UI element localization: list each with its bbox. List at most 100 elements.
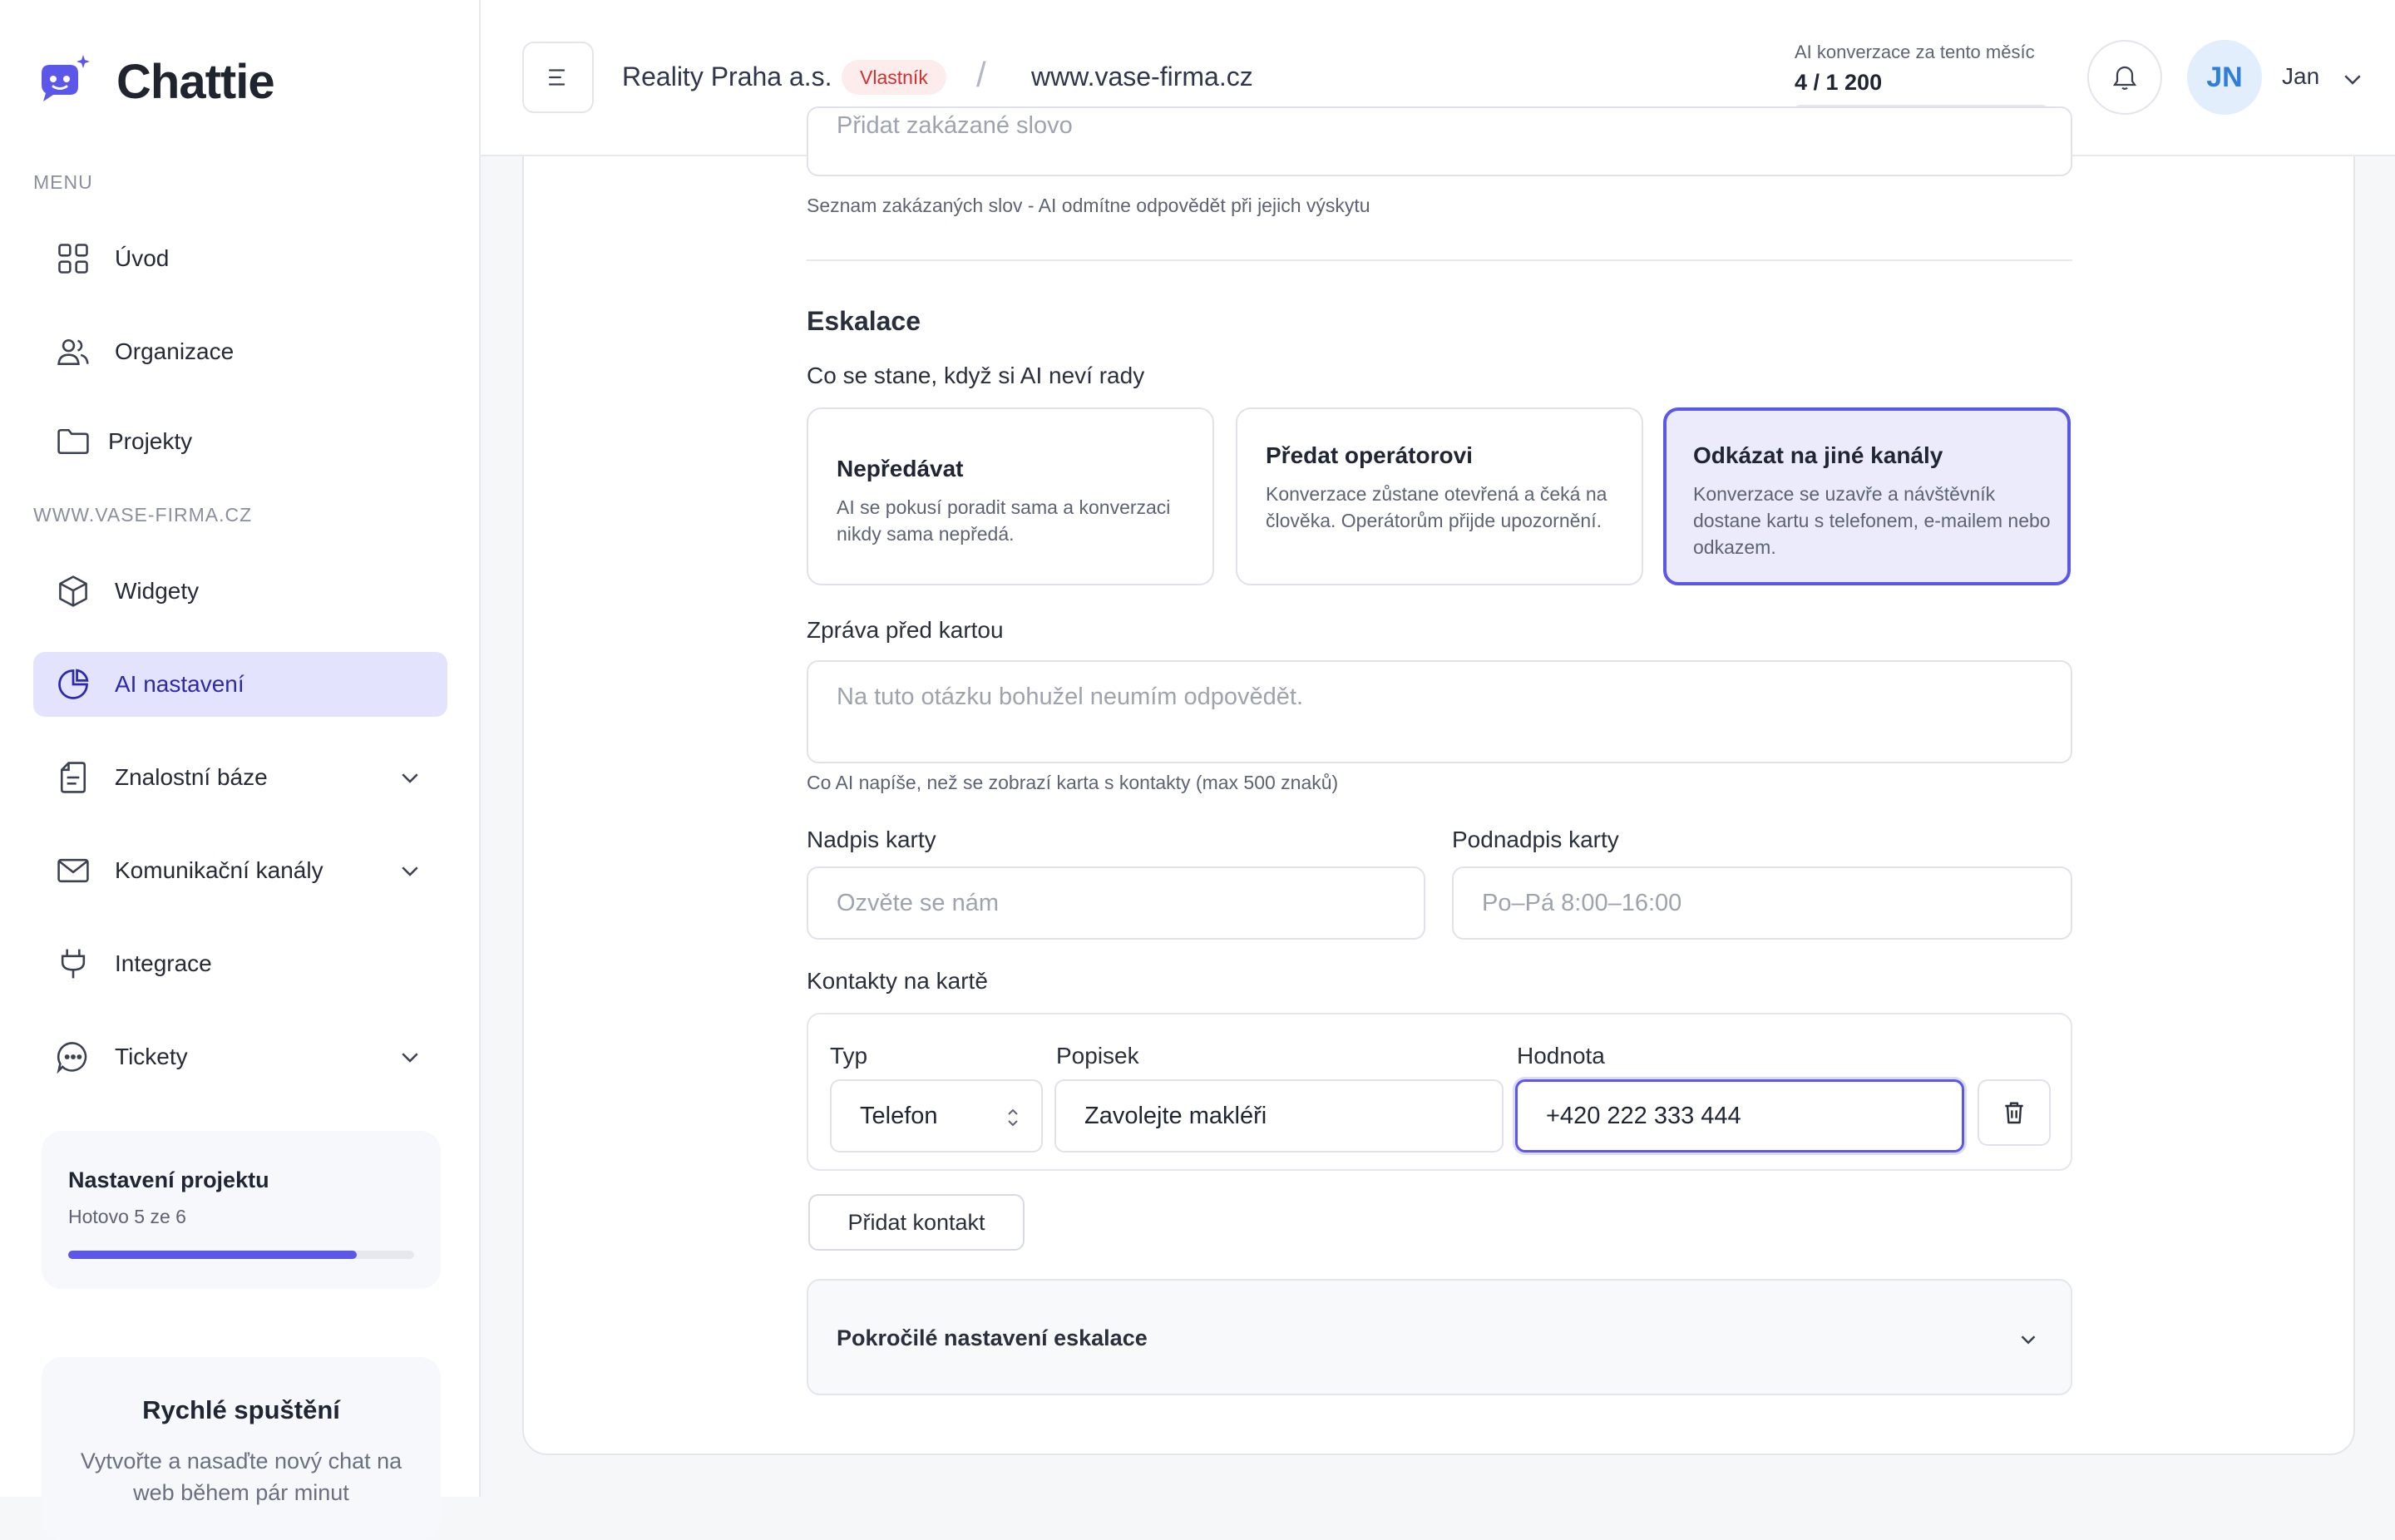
sidebar-item-integrace[interactable]: Integrace: [33, 931, 447, 996]
organization-name[interactable]: Reality Praha a.s.: [622, 62, 832, 92]
quick-start-text: Vytvořte a nasaďte nový chat na web běhe…: [80, 1449, 402, 1505]
chevron-down-icon: [402, 1053, 418, 1063]
conversations-label: AI konverzace za tento měsíc: [1795, 42, 2035, 62]
message-before-card-input[interactable]: Na tuto otázku bohužel neumím odpovědět.: [807, 660, 2072, 763]
app-name: Chattie: [116, 54, 275, 109]
contact-value: +420 222 333 444: [1546, 1102, 1741, 1129]
user-name[interactable]: Jan: [2282, 63, 2319, 90]
plug-icon: [61, 949, 86, 979]
sidebar-item-label: Znalostní báze: [115, 764, 268, 790]
setup-card-progress-text: Hotovo 5 ze 6: [68, 1206, 186, 1227]
trash-icon: [2005, 1102, 2023, 1124]
chevron-down-icon: [2021, 1335, 2036, 1345]
users-icon: [57, 338, 89, 365]
advanced-escalation-accordion[interactable]: Pokročilé nastavení eskalace: [807, 1279, 2072, 1395]
sidebar: Chattie MENU Úvod Organizace Projekty WW…: [0, 0, 481, 1540]
column-header-type: Typ: [830, 1043, 868, 1069]
message-before-card-label: Zpráva před kartou: [807, 617, 1004, 643]
breadcrumb-separator: /: [976, 55, 986, 94]
setup-progress-fill: [68, 1251, 357, 1259]
sidebar-item-label: Tickety: [115, 1044, 188, 1069]
project-section-label: WWW.VASE-FIRMA.CZ: [33, 504, 253, 526]
quick-start-card[interactable]: Rychlé spuštění Vytvořte a nasaďte nový …: [42, 1357, 441, 1540]
pie-chart-icon: [58, 669, 89, 699]
mail-icon: [57, 858, 89, 883]
quick-start-title: Rychlé spuštění: [142, 1395, 340, 1424]
card-subtitle-placeholder: Po–Pá 8:00–16:00: [1482, 889, 1682, 916]
document-icon: [60, 762, 86, 793]
escalation-question: Co se stane, když si AI neví rady: [807, 363, 1145, 388]
escalation-option-operator[interactable]: Předat operátorovi Konverzace zůstane ot…: [1236, 407, 1643, 585]
escalation-option-no-handoff[interactable]: Nepředávat AI se pokusí poradit sama a k…: [807, 407, 1214, 585]
folder-icon: [57, 428, 89, 455]
sidebar-item-tickety[interactable]: Tickety: [33, 1024, 447, 1089]
menu-toggle-button[interactable]: [522, 42, 594, 113]
forbidden-word-input[interactable]: Přidat zakázané slovo: [807, 106, 2072, 176]
role-badge: Vlastník: [842, 60, 946, 95]
escalation-title: Eskalace: [807, 306, 921, 336]
sidebar-item-uvod[interactable]: Úvod: [33, 226, 447, 291]
delete-contact-button[interactable]: [1978, 1079, 2051, 1146]
card-title-placeholder: Ozvěte se nám: [837, 889, 1000, 916]
project-domain[interactable]: www.vase-firma.cz: [1031, 62, 1253, 92]
contact-type-value: Telefon: [860, 1102, 938, 1129]
column-header-label: Popisek: [1056, 1043, 1139, 1069]
sidebar-item-label: Projekty: [108, 428, 193, 454]
chat-bubble-icon: [57, 1042, 87, 1074]
chevron-down-icon: [402, 773, 418, 783]
chevron-down-icon[interactable]: [2340, 67, 2365, 91]
contact-label-input[interactable]: Zavolejte makléři: [1054, 1079, 1504, 1153]
card-subtitle-input[interactable]: Po–Pá 8:00–16:00: [1452, 866, 2072, 940]
sidebar-item-ai-nastaveni[interactable]: AI nastavení: [33, 652, 447, 717]
forbidden-word-placeholder: Přidat zakázané slovo: [837, 111, 1073, 139]
user-avatar[interactable]: JN: [2187, 40, 2262, 115]
cube-icon: [59, 575, 87, 607]
sidebar-item-label: Komunikační kanály: [115, 857, 323, 883]
card-subtitle-label: Podnadpis karty: [1452, 827, 1619, 852]
grid-icon: [58, 244, 88, 274]
sidebar-item-label: Úvod: [115, 245, 170, 271]
ai-settings-card: Přidat zakázané slovo Seznam zakázaných …: [522, 106, 2355, 1455]
logo[interactable]: Chattie: [33, 52, 275, 111]
setup-card-title: Nastavení projektu: [68, 1167, 269, 1192]
setup-progress-bar: [68, 1251, 414, 1259]
section-divider: [807, 259, 2072, 261]
option-description: Konverzace zůstane otevřená a čeká na čl…: [1266, 483, 1607, 531]
sidebar-item-label: Widgety: [115, 578, 200, 604]
option-title: Odkázat na jiné kanály: [1693, 442, 1943, 468]
updown-chevron-icon: [1008, 1108, 1018, 1127]
menu-lines-icon: [548, 69, 565, 86]
menu-section-label: MENU: [33, 171, 93, 193]
sidebar-item-znalostni-baze[interactable]: Znalostní báze: [33, 745, 447, 810]
advanced-escalation-label: Pokročilé nastavení eskalace: [837, 1325, 1148, 1350]
option-title: Nepředávat: [837, 456, 964, 481]
notifications-button[interactable]: [2087, 40, 2162, 115]
sidebar-item-label: Integrace: [115, 950, 212, 976]
escalation-option-other-channels[interactable]: Odkázat na jiné kanály Konverzace se uza…: [1663, 407, 2071, 585]
option-title: Předat operátorovi: [1266, 442, 1473, 468]
project-setup-card[interactable]: Nastavení projektu Hotovo 5 ze 6: [42, 1131, 441, 1289]
forbidden-words-hint: Seznam zakázaných slov - AI odmítne odpo…: [807, 195, 1370, 216]
contact-type-select[interactable]: Telefon: [830, 1079, 1043, 1153]
sidebar-item-label: AI nastavení: [115, 671, 244, 697]
message-hint: Co AI napíše, než se zobrazí karta s kon…: [807, 772, 1339, 793]
column-header-value: Hodnota: [1517, 1043, 1605, 1069]
sidebar-item-projekty[interactable]: Projekty: [33, 409, 447, 474]
card-title-input[interactable]: Ozvěte se nám: [807, 866, 1425, 940]
contact-label-value: Zavolejte makléři: [1084, 1102, 1267, 1129]
chevron-down-icon: [402, 866, 418, 876]
chat-bot-logo-icon: [42, 55, 90, 101]
option-description: AI se pokusí poradit sama a konverzaci n…: [837, 496, 1171, 545]
add-contact-button[interactable]: Přidat kontakt: [808, 1194, 1025, 1251]
contacts-label: Kontakty na kartě: [807, 968, 988, 994]
message-placeholder: Na tuto otázku bohužel neumím odpovědět.: [837, 684, 1304, 710]
conversations-value: 4 / 1 200: [1795, 70, 1883, 95]
sidebar-item-widgety[interactable]: Widgety: [33, 559, 447, 624]
sidebar-item-komunikacni-kanaly[interactable]: Komunikační kanály: [33, 838, 447, 903]
card-title-label: Nadpis karty: [807, 827, 936, 852]
sidebar-item-organizace[interactable]: Organizace: [33, 319, 447, 384]
contact-value-input[interactable]: +420 222 333 444: [1515, 1079, 1964, 1153]
contacts-table: Typ Popisek Hodnota Telefon Zavolejte ma…: [807, 1013, 2072, 1171]
bell-icon: [2112, 66, 2137, 90]
option-description: Konverzace se uzavře a návštěvník dostan…: [1693, 483, 2051, 558]
